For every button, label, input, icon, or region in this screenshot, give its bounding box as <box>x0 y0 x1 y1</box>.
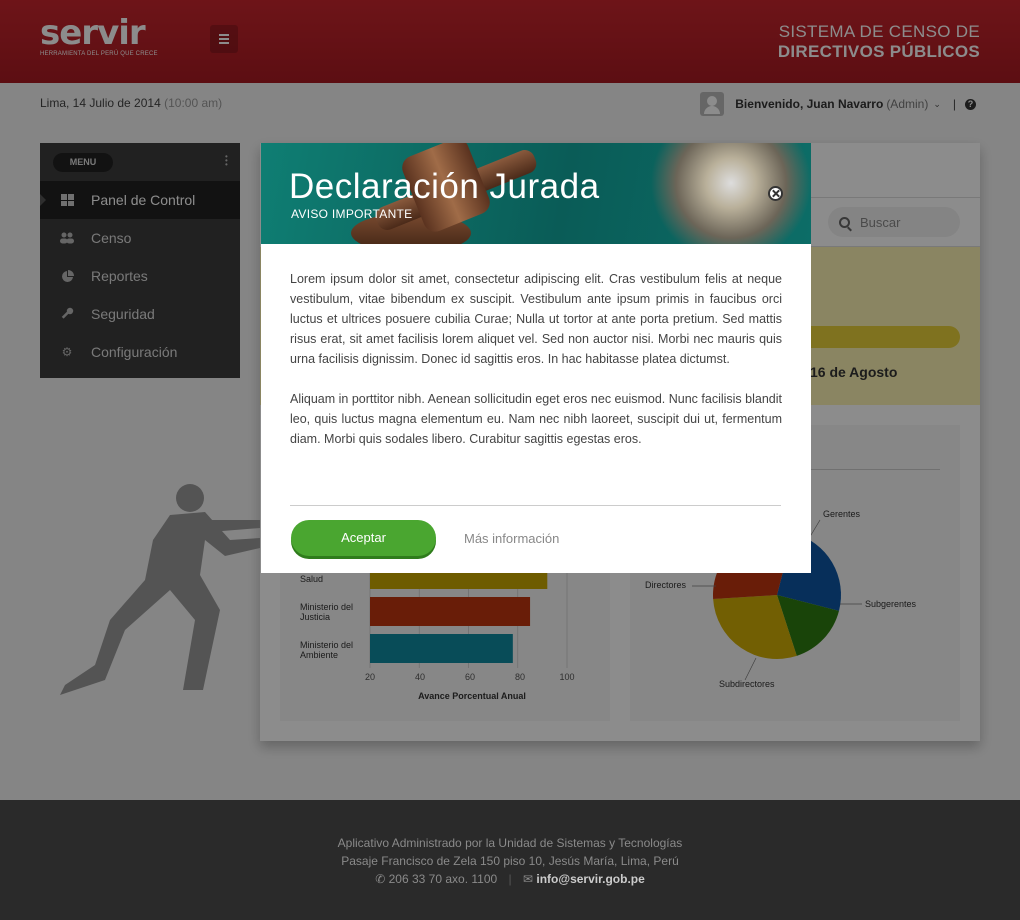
declaration-modal: Declaración Jurada AVISO IMPORTANTE Lore… <box>261 143 811 573</box>
close-icon[interactable] <box>768 186 783 201</box>
mail-icon: ✉ <box>522 872 534 886</box>
divider <box>290 505 781 506</box>
footer-email-link[interactable]: info@servir.gob.pe <box>536 872 644 886</box>
modal-body: Lorem ipsum dolor sit amet, consectetur … <box>290 269 782 469</box>
footer: Aplicativo Administrado por la Unidad de… <box>0 800 1020 920</box>
modal-paragraph: Lorem ipsum dolor sit amet, consectetur … <box>290 272 782 366</box>
footer-line1: Aplicativo Administrado por la Unidad de… <box>337 836 683 850</box>
modal-hero-image: Declaración Jurada AVISO IMPORTANTE <box>261 143 811 244</box>
modal-paragraph: Aliquam in porttitor nibh. Aenean sollic… <box>290 392 782 446</box>
modal-subtitle: AVISO IMPORTANTE <box>291 207 413 221</box>
footer-address: Pasaje Francisco de Zela 150 piso 10, Je… <box>341 854 679 868</box>
accept-button[interactable]: Aceptar <box>291 520 436 556</box>
modal-title: Declaración Jurada <box>289 167 600 206</box>
phone-icon: ✆ <box>375 872 386 886</box>
more-info-link[interactable]: Más información <box>464 531 559 546</box>
footer-phone: 206 33 70 axo. 1100 <box>388 872 498 886</box>
footer-contact: ✆ 206 33 70 axo. 1100 | ✉ info@servir.go… <box>375 872 645 886</box>
